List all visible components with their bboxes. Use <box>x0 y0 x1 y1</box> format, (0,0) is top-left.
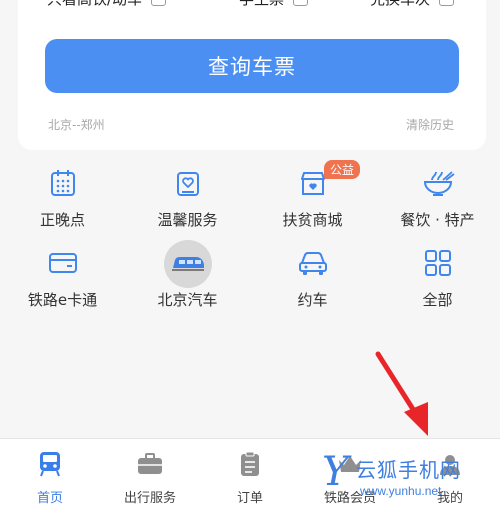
grid-icon <box>421 246 455 280</box>
calendar-icon <box>46 166 80 200</box>
service-grid: 正晚点 温馨服务 公益 扶贫商城 餐饮 · 特产 铁路e卡通 北京汽车 约车 全… <box>0 160 500 322</box>
service-warm-service[interactable]: 温馨服务 <box>125 162 250 242</box>
tab-orders[interactable]: 订单 <box>200 439 300 512</box>
filter-options: 只看高铁/动车 学生票 兑换车次 <box>18 0 486 12</box>
gaotie-checkbox[interactable] <box>151 0 167 6</box>
option-exchange-train[interactable]: 兑换车次 <box>370 0 455 9</box>
watermark-text: 云狐手机网 <box>356 458 461 482</box>
watermark-logo-letter: Y <box>322 449 349 495</box>
history-route[interactable]: 北京--郑州 <box>48 116 105 133</box>
service-label: 全部 <box>422 291 453 309</box>
option-student-ticket[interactable]: 学生票 <box>239 0 309 9</box>
tab-label: 首页 <box>36 491 63 506</box>
service-label: 约车 <box>297 291 328 309</box>
service-label: 正晚点 <box>39 211 85 229</box>
tab-home[interactable]: 首页 <box>0 439 100 512</box>
suitcase-icon <box>137 451 163 477</box>
public-welfare-badge: 公益 <box>324 160 361 179</box>
bus-icon <box>163 240 212 288</box>
option-label: 学生票 <box>239 0 284 9</box>
service-delay-status[interactable]: 正晚点 <box>0 162 125 242</box>
service-label: 扶贫商城 <box>282 211 343 229</box>
search-tickets-button[interactable]: 查询车票 <box>45 39 459 93</box>
option-label: 兑换车次 <box>370 0 430 9</box>
red-arrow-annotation <box>375 351 428 436</box>
service-all[interactable]: 全部 <box>375 242 500 322</box>
service-ride-hailing[interactable]: 约车 <box>250 242 375 322</box>
option-gaotie-only[interactable]: 只看高铁/动车 <box>47 0 167 9</box>
train-icon <box>37 451 63 477</box>
tab-label: 订单 <box>236 491 263 506</box>
service-e-card[interactable]: 铁路e卡通 <box>0 242 125 322</box>
service-poverty-mall[interactable]: 公益 扶贫商城 <box>250 160 375 242</box>
search-card: 只看高铁/动车 学生票 兑换车次 查询车票 北京--郑州 清除历史 <box>18 0 486 150</box>
option-label: 只看高铁/动车 <box>47 0 142 9</box>
tab-label: 出行服务 <box>123 491 176 506</box>
clipboard-icon <box>237 451 263 477</box>
food-bowl-icon <box>421 166 455 200</box>
service-beijing-bus[interactable]: 北京汽车 <box>125 240 250 322</box>
student-checkbox[interactable] <box>293 0 309 6</box>
card-icon <box>46 246 80 280</box>
service-label: 北京汽车 <box>157 291 218 309</box>
service-label: 温馨服务 <box>157 211 218 229</box>
exchange-checkbox[interactable] <box>439 0 455 6</box>
car-icon <box>296 246 330 280</box>
service-label: 铁路e卡通 <box>27 291 98 309</box>
clear-history-button[interactable]: 清除历史 <box>406 116 454 133</box>
site-watermark: Y 云狐手机网 www.yunhu.net <box>322 448 500 508</box>
tab-travel-service[interactable]: 出行服务 <box>100 439 200 512</box>
watermark-url: www.yunhu.net <box>360 484 442 498</box>
heart-service-icon <box>171 166 205 200</box>
service-label: 餐饮 · 特产 <box>400 211 475 229</box>
service-food-specialty[interactable]: 餐饮 · 特产 <box>375 162 500 242</box>
